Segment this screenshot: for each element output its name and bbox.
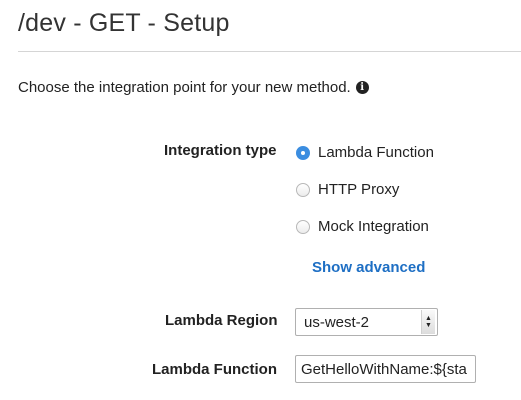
radio-lambda-function[interactable] — [296, 145, 310, 160]
radio-mock-integration[interactable] — [296, 219, 310, 234]
page-title: /dev - GET - Setup — [18, 9, 230, 37]
lambda-region-select[interactable]: us-west-2 ▲ ▼ — [295, 308, 438, 336]
title-divider — [18, 51, 521, 52]
lambda-function-label: Lambda Function — [152, 361, 277, 378]
info-icon[interactable]: i — [355, 81, 369, 94]
lambda-region-label: Lambda Region — [165, 312, 278, 329]
intro-text: Choose the integration point for your ne… — [18, 79, 369, 96]
radio-label-http-proxy: HTTP Proxy — [318, 181, 400, 198]
dropdown-arrow-icon[interactable]: ▲ ▼ — [421, 310, 435, 334]
radio-option-lambda-function[interactable]: Lambda Function — [296, 144, 434, 161]
radio-label-lambda-function: Lambda Function — [318, 144, 434, 161]
method-setup-page: /dev - GET - Setup Choose the integratio… — [0, 0, 521, 400]
show-advanced-link[interactable]: Show advanced — [312, 259, 425, 276]
lambda-region-value: us-west-2 — [304, 313, 370, 331]
radio-option-mock-integration[interactable]: Mock Integration — [296, 218, 429, 235]
radio-option-http-proxy[interactable]: HTTP Proxy — [296, 181, 399, 198]
radio-http-proxy[interactable] — [296, 182, 310, 197]
lambda-function-input[interactable] — [295, 355, 476, 383]
intro-label: Choose the integration point for your ne… — [18, 79, 351, 96]
radio-label-mock-integration: Mock Integration — [318, 218, 429, 235]
integration-type-label: Integration type — [164, 142, 277, 159]
